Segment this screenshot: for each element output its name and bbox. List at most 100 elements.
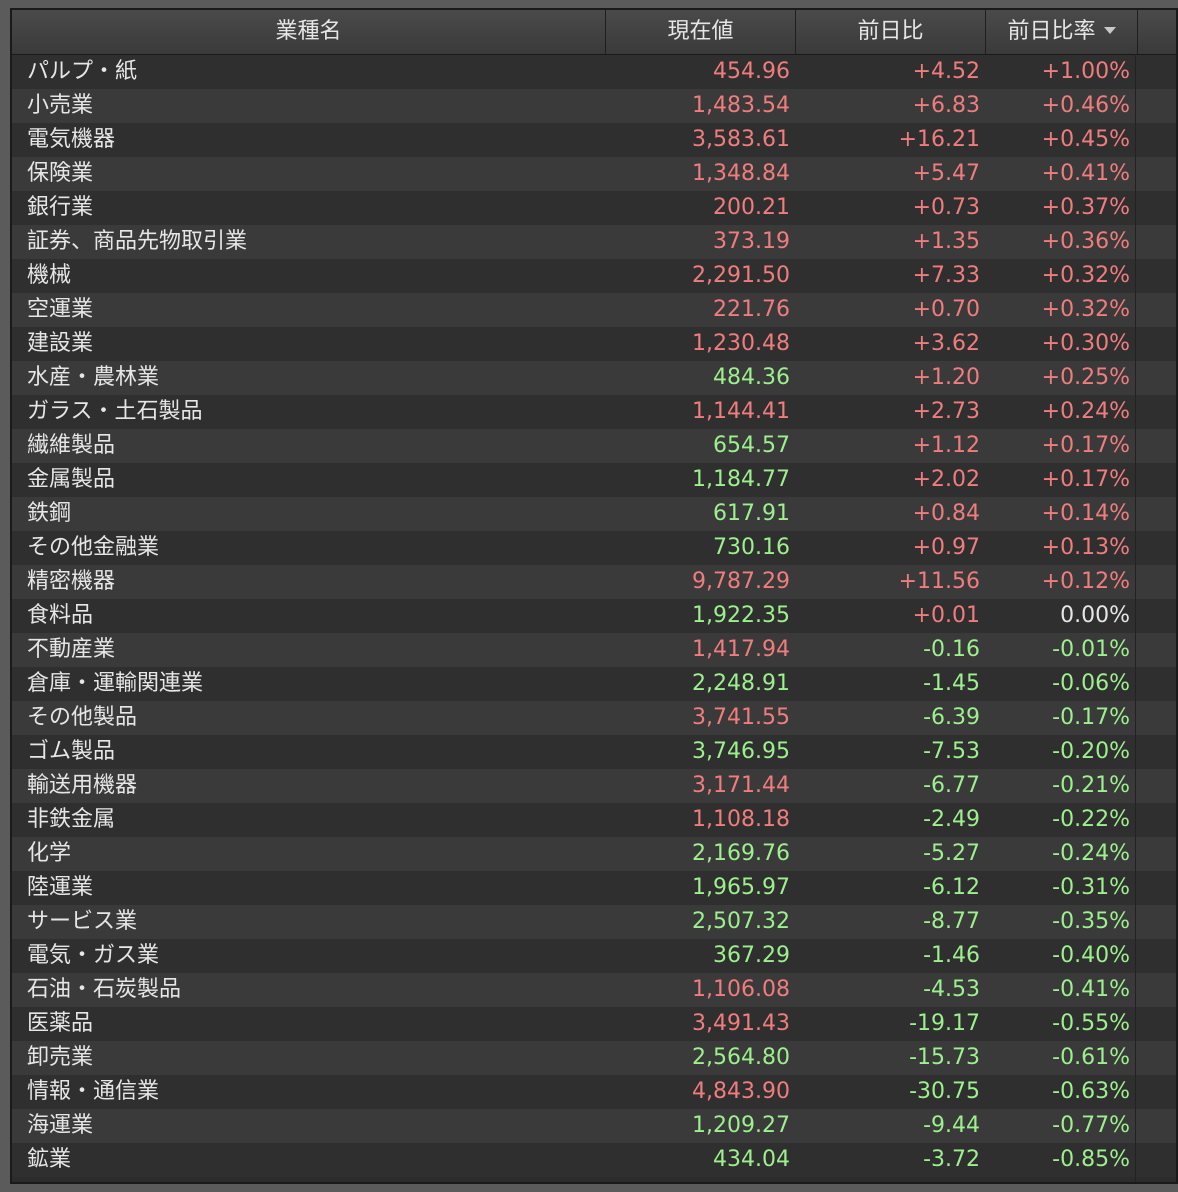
column-header-change[interactable]: 前日比 [796, 10, 986, 54]
change-cell: -7.53 [923, 739, 980, 764]
sector-name-cell: 輸送用機器 [27, 773, 138, 798]
change-rate-cell: +0.32% [1041, 263, 1130, 288]
sector-name-cell: 非鉄金属 [27, 807, 116, 832]
current-price-cell: 1,184.77 [692, 467, 790, 492]
table-row[interactable]: 金属製品 1,184.77 +2.02 +0.17% [12, 463, 1176, 497]
sector-name-cell: 銀行業 [27, 195, 94, 220]
table-row[interactable]: 保険業 1,348.84 +5.47 +0.41% [12, 157, 1176, 191]
table-row[interactable]: 証券、商品先物取引業 373.19 +1.35 +0.36% [12, 225, 1176, 259]
sector-name-cell: 石油・石炭製品 [27, 977, 182, 1002]
table-row[interactable]: 空運業 221.76 +0.70 +0.32% [12, 293, 1176, 327]
sector-name-cell: 機械 [27, 263, 72, 288]
change-cell: +0.73 [912, 195, 980, 220]
table-row[interactable]: 陸運業 1,965.97 -6.12 -0.31% [12, 871, 1176, 905]
table-row[interactable]: 医薬品 3,491.43 -19.17 -0.55% [12, 1007, 1176, 1041]
column-header-label: 前日比率 [1007, 19, 1096, 44]
sector-name-cell: 小売業 [27, 93, 94, 118]
current-price-cell: 454.96 [713, 59, 790, 84]
change-cell: +0.97 [912, 535, 980, 560]
change-cell: +7.33 [912, 263, 980, 288]
sort-descending-icon [1103, 26, 1116, 34]
current-price-cell: 1,108.18 [692, 807, 790, 832]
sector-name-cell: 電気機器 [27, 127, 116, 152]
change-cell: +4.52 [912, 59, 980, 84]
table-row[interactable]: 不動産業 1,417.94 -0.16 -0.01% [12, 633, 1176, 667]
table-row[interactable]: 精密機器 9,787.29 +11.56 +0.12% [12, 565, 1176, 599]
change-cell: -3.72 [923, 1147, 980, 1172]
table-row[interactable]: ガラス・土石製品 1,144.41 +2.73 +0.24% [12, 395, 1176, 429]
current-price-cell: 3,583.61 [692, 127, 790, 152]
table-row[interactable]: ゴム製品 3,746.95 -7.53 -0.20% [12, 735, 1176, 769]
current-price-cell: 2,291.50 [692, 263, 790, 288]
change-cell: +11.56 [898, 569, 980, 594]
sector-name-cell: 医薬品 [27, 1011, 94, 1036]
table-row[interactable]: その他金融業 730.16 +0.97 +0.13% [12, 531, 1176, 565]
change-rate-cell: +0.32% [1041, 297, 1130, 322]
table-row[interactable]: 機械 2,291.50 +7.33 +0.32% [12, 259, 1176, 293]
change-cell: +0.84 [912, 501, 980, 526]
current-price-cell: 3,746.95 [692, 739, 790, 764]
table-row[interactable]: サービス業 2,507.32 -8.77 -0.35% [12, 905, 1176, 939]
table-row[interactable]: パルプ・紙 454.96 +4.52 +1.00% [12, 55, 1176, 89]
table-row[interactable]: 小売業 1,483.54 +6.83 +0.46% [12, 89, 1176, 123]
sector-name-cell: 証券、商品先物取引業 [27, 229, 248, 254]
table-row[interactable]: 卸売業 2,564.80 -15.73 -0.61% [12, 1041, 1176, 1075]
change-cell: +0.01 [912, 603, 980, 628]
table-header: 業種名 現在値 前日比 前日比率 [12, 10, 1176, 55]
sector-name-cell: その他製品 [27, 705, 138, 730]
table-row[interactable]: 繊維製品 654.57 +1.12 +0.17% [12, 429, 1176, 463]
sector-name-cell: 鉄鋼 [27, 501, 72, 526]
change-rate-cell: -0.24% [1052, 841, 1130, 866]
change-cell: -6.39 [923, 705, 980, 730]
change-rate-cell: -0.61% [1052, 1045, 1130, 1070]
table-row[interactable]: 輸送用機器 3,171.44 -6.77 -0.21% [12, 769, 1176, 803]
change-rate-cell: -0.20% [1052, 739, 1130, 764]
change-cell: +1.12 [912, 433, 980, 458]
sector-name-cell: 繊維製品 [27, 433, 116, 458]
table-row[interactable]: 建設業 1,230.48 +3.62 +0.30% [12, 327, 1176, 361]
table-row[interactable]: 銀行業 200.21 +0.73 +0.37% [12, 191, 1176, 225]
table-row[interactable]: 非鉄金属 1,108.18 -2.49 -0.22% [12, 803, 1176, 837]
current-price-cell: 1,348.84 [692, 161, 790, 186]
change-rate-cell: +0.36% [1041, 229, 1130, 254]
column-header-current-price[interactable]: 現在値 [606, 10, 796, 54]
column-header-label: 現在値 [667, 19, 734, 44]
table-row[interactable]: その他製品 3,741.55 -6.39 -0.17% [12, 701, 1176, 735]
change-cell: +1.20 [912, 365, 980, 390]
change-cell: +2.02 [912, 467, 980, 492]
change-rate-cell: -0.41% [1052, 977, 1130, 1002]
table-row[interactable]: 鉱業 434.04 -3.72 -0.85% [12, 1143, 1176, 1177]
change-cell: -9.44 [923, 1113, 980, 1138]
change-cell: +2.73 [912, 399, 980, 424]
table-row[interactable]: 食料品 1,922.35 +0.01 0.00% [12, 599, 1176, 633]
current-price-cell: 1,922.35 [692, 603, 790, 628]
change-rate-cell: -0.06% [1052, 671, 1130, 696]
column-header-sector-name[interactable]: 業種名 [12, 10, 606, 54]
current-price-cell: 2,507.32 [692, 909, 790, 934]
table-row[interactable]: 電気機器 3,583.61 +16.21 +0.45% [12, 123, 1176, 157]
table-row[interactable]: 鉄鋼 617.91 +0.84 +0.14% [12, 497, 1176, 531]
change-rate-cell: +0.17% [1041, 433, 1130, 458]
table-row[interactable]: 電気・ガス業 367.29 -1.46 -0.40% [12, 939, 1176, 973]
table-row[interactable]: 水産・農林業 484.36 +1.20 +0.25% [12, 361, 1176, 395]
table-row[interactable]: 情報・通信業 4,843.90 -30.75 -0.63% [12, 1075, 1176, 1109]
sector-name-cell: 卸売業 [27, 1045, 94, 1070]
sector-name-cell: 鉱業 [27, 1147, 72, 1172]
change-cell: +0.70 [912, 297, 980, 322]
table-row[interactable]: 海運業 1,209.27 -9.44 -0.77% [12, 1109, 1176, 1143]
current-price-cell: 1,106.08 [692, 977, 790, 1002]
sector-name-cell: ゴム製品 [27, 739, 116, 764]
current-price-cell: 434.04 [713, 1147, 790, 1172]
current-price-cell: 373.19 [713, 229, 790, 254]
change-cell: -4.53 [923, 977, 980, 1002]
change-cell: -15.73 [909, 1045, 980, 1070]
sector-name-cell: 倉庫・運輸関連業 [27, 671, 204, 696]
sector-name-cell: 精密機器 [27, 569, 116, 594]
change-cell: -30.75 [909, 1079, 980, 1104]
table-row[interactable]: 化学 2,169.76 -5.27 -0.24% [12, 837, 1176, 871]
current-price-cell: 367.29 [713, 943, 790, 968]
table-row[interactable]: 石油・石炭製品 1,106.08 -4.53 -0.41% [12, 973, 1176, 1007]
table-row[interactable]: 倉庫・運輸関連業 2,248.91 -1.45 -0.06% [12, 667, 1176, 701]
column-header-label: 前日比 [857, 19, 924, 44]
column-header-change-rate[interactable]: 前日比率 [986, 10, 1138, 54]
